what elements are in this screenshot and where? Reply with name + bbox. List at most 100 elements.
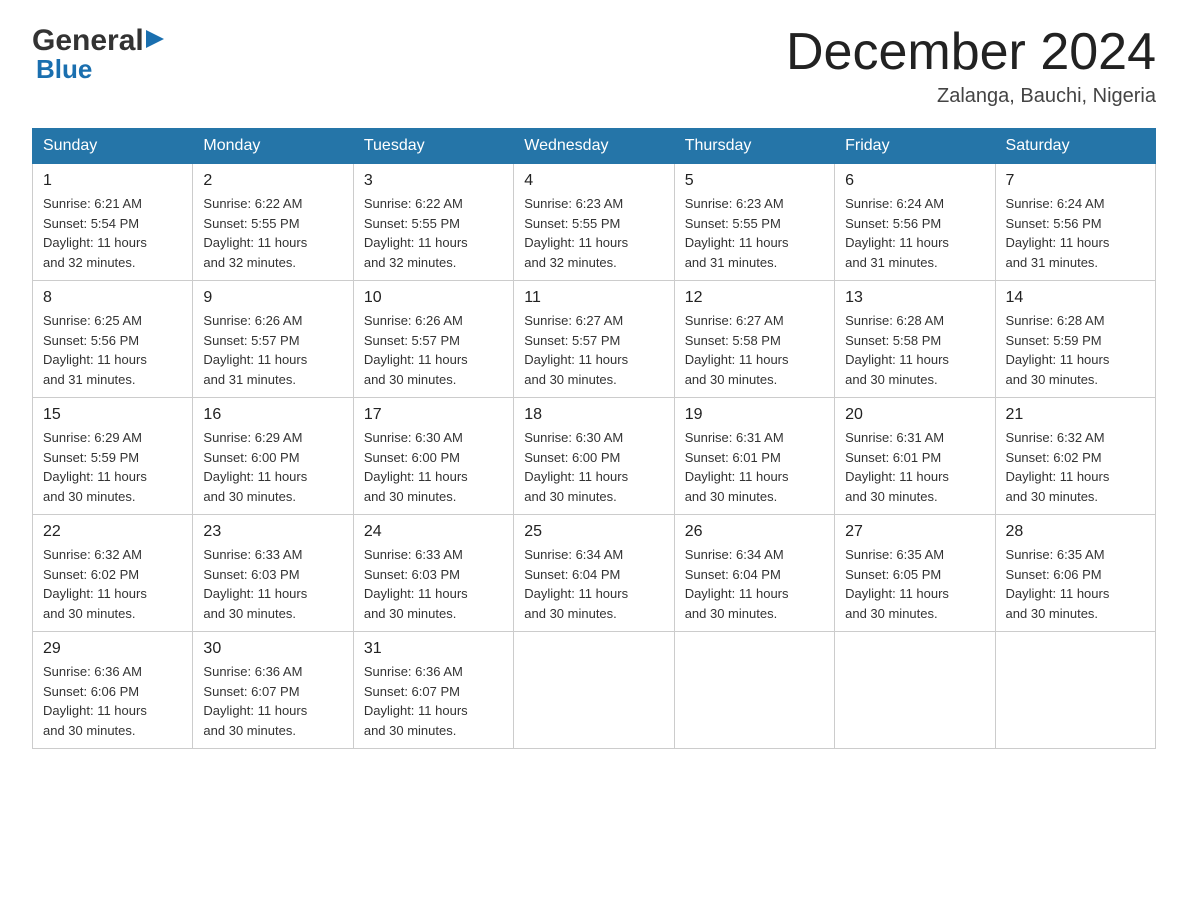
calendar-cell: 30 Sunrise: 6:36 AM Sunset: 6:07 PM Dayl… (193, 632, 353, 749)
calendar-cell: 5 Sunrise: 6:23 AM Sunset: 5:55 PM Dayli… (674, 164, 834, 281)
day-number: 13 (845, 289, 984, 307)
day-info: Sunrise: 6:36 AM Sunset: 6:07 PM Dayligh… (364, 662, 503, 740)
calendar-cell (835, 632, 995, 749)
calendar-cell: 3 Sunrise: 6:22 AM Sunset: 5:55 PM Dayli… (353, 164, 513, 281)
calendar-cell: 8 Sunrise: 6:25 AM Sunset: 5:56 PM Dayli… (33, 281, 193, 398)
logo: General Blue (32, 24, 164, 85)
day-info: Sunrise: 6:34 AM Sunset: 6:04 PM Dayligh… (685, 545, 824, 623)
calendar-cell (514, 632, 674, 749)
day-info: Sunrise: 6:23 AM Sunset: 5:55 PM Dayligh… (685, 194, 824, 272)
calendar-week-row: 1 Sunrise: 6:21 AM Sunset: 5:54 PM Dayli… (33, 164, 1156, 281)
day-number: 22 (43, 523, 182, 541)
day-number: 17 (364, 406, 503, 424)
day-number: 18 (524, 406, 663, 424)
day-number: 28 (1006, 523, 1145, 541)
day-info: Sunrise: 6:26 AM Sunset: 5:57 PM Dayligh… (203, 311, 342, 389)
day-header-tuesday: Tuesday (353, 129, 513, 164)
day-info: Sunrise: 6:31 AM Sunset: 6:01 PM Dayligh… (685, 428, 824, 506)
day-header-sunday: Sunday (33, 129, 193, 164)
day-info: Sunrise: 6:33 AM Sunset: 6:03 PM Dayligh… (364, 545, 503, 623)
calendar-cell: 11 Sunrise: 6:27 AM Sunset: 5:57 PM Dayl… (514, 281, 674, 398)
calendar-week-row: 22 Sunrise: 6:32 AM Sunset: 6:02 PM Dayl… (33, 515, 1156, 632)
day-info: Sunrise: 6:33 AM Sunset: 6:03 PM Dayligh… (203, 545, 342, 623)
calendar-cell: 14 Sunrise: 6:28 AM Sunset: 5:59 PM Dayl… (995, 281, 1155, 398)
day-number: 12 (685, 289, 824, 307)
calendar-cell: 27 Sunrise: 6:35 AM Sunset: 6:05 PM Dayl… (835, 515, 995, 632)
day-number: 7 (1006, 172, 1145, 190)
calendar-cell: 4 Sunrise: 6:23 AM Sunset: 5:55 PM Dayli… (514, 164, 674, 281)
calendar-cell: 18 Sunrise: 6:30 AM Sunset: 6:00 PM Dayl… (514, 398, 674, 515)
logo-arrow-icon (146, 28, 164, 54)
day-number: 23 (203, 523, 342, 541)
day-header-wednesday: Wednesday (514, 129, 674, 164)
day-info: Sunrise: 6:24 AM Sunset: 5:56 PM Dayligh… (845, 194, 984, 272)
calendar-cell: 26 Sunrise: 6:34 AM Sunset: 6:04 PM Dayl… (674, 515, 834, 632)
day-info: Sunrise: 6:35 AM Sunset: 6:05 PM Dayligh… (845, 545, 984, 623)
calendar-header-row: SundayMondayTuesdayWednesdayThursdayFrid… (33, 129, 1156, 164)
day-number: 26 (685, 523, 824, 541)
logo-blue-text: Blue (36, 54, 92, 85)
day-number: 29 (43, 640, 182, 658)
calendar-cell (674, 632, 834, 749)
day-info: Sunrise: 6:28 AM Sunset: 5:58 PM Dayligh… (845, 311, 984, 389)
day-number: 30 (203, 640, 342, 658)
calendar-cell: 24 Sunrise: 6:33 AM Sunset: 6:03 PM Dayl… (353, 515, 513, 632)
day-number: 11 (524, 289, 663, 307)
day-info: Sunrise: 6:21 AM Sunset: 5:54 PM Dayligh… (43, 194, 182, 272)
day-info: Sunrise: 6:27 AM Sunset: 5:57 PM Dayligh… (524, 311, 663, 389)
calendar-cell: 31 Sunrise: 6:36 AM Sunset: 6:07 PM Dayl… (353, 632, 513, 749)
day-number: 15 (43, 406, 182, 424)
day-number: 5 (685, 172, 824, 190)
calendar-cell: 22 Sunrise: 6:32 AM Sunset: 6:02 PM Dayl… (33, 515, 193, 632)
day-number: 1 (43, 172, 182, 190)
day-info: Sunrise: 6:27 AM Sunset: 5:58 PM Dayligh… (685, 311, 824, 389)
day-header-thursday: Thursday (674, 129, 834, 164)
location-text: Zalanga, Bauchi, Nigeria (786, 85, 1156, 108)
day-info: Sunrise: 6:31 AM Sunset: 6:01 PM Dayligh… (845, 428, 984, 506)
day-info: Sunrise: 6:29 AM Sunset: 6:00 PM Dayligh… (203, 428, 342, 506)
calendar-cell: 13 Sunrise: 6:28 AM Sunset: 5:58 PM Dayl… (835, 281, 995, 398)
day-info: Sunrise: 6:34 AM Sunset: 6:04 PM Dayligh… (524, 545, 663, 623)
day-number: 31 (364, 640, 503, 658)
calendar-cell: 29 Sunrise: 6:36 AM Sunset: 6:06 PM Dayl… (33, 632, 193, 749)
day-info: Sunrise: 6:29 AM Sunset: 5:59 PM Dayligh… (43, 428, 182, 506)
calendar-cell: 7 Sunrise: 6:24 AM Sunset: 5:56 PM Dayli… (995, 164, 1155, 281)
calendar-week-row: 8 Sunrise: 6:25 AM Sunset: 5:56 PM Dayli… (33, 281, 1156, 398)
title-block: December 2024 Zalanga, Bauchi, Nigeria (786, 24, 1156, 108)
day-info: Sunrise: 6:22 AM Sunset: 5:55 PM Dayligh… (203, 194, 342, 272)
day-number: 16 (203, 406, 342, 424)
day-info: Sunrise: 6:36 AM Sunset: 6:07 PM Dayligh… (203, 662, 342, 740)
day-info: Sunrise: 6:26 AM Sunset: 5:57 PM Dayligh… (364, 311, 503, 389)
calendar-cell: 1 Sunrise: 6:21 AM Sunset: 5:54 PM Dayli… (33, 164, 193, 281)
day-info: Sunrise: 6:28 AM Sunset: 5:59 PM Dayligh… (1006, 311, 1145, 389)
day-number: 8 (43, 289, 182, 307)
calendar-cell: 15 Sunrise: 6:29 AM Sunset: 5:59 PM Dayl… (33, 398, 193, 515)
calendar-table: SundayMondayTuesdayWednesdayThursdayFrid… (32, 128, 1156, 749)
day-number: 3 (364, 172, 503, 190)
day-info: Sunrise: 6:30 AM Sunset: 6:00 PM Dayligh… (524, 428, 663, 506)
calendar-week-row: 29 Sunrise: 6:36 AM Sunset: 6:06 PM Dayl… (33, 632, 1156, 749)
day-number: 10 (364, 289, 503, 307)
day-number: 27 (845, 523, 984, 541)
calendar-cell: 23 Sunrise: 6:33 AM Sunset: 6:03 PM Dayl… (193, 515, 353, 632)
month-title: December 2024 (786, 24, 1156, 81)
day-number: 19 (685, 406, 824, 424)
day-info: Sunrise: 6:24 AM Sunset: 5:56 PM Dayligh… (1006, 194, 1145, 272)
day-number: 4 (524, 172, 663, 190)
day-info: Sunrise: 6:23 AM Sunset: 5:55 PM Dayligh… (524, 194, 663, 272)
calendar-cell: 21 Sunrise: 6:32 AM Sunset: 6:02 PM Dayl… (995, 398, 1155, 515)
calendar-cell: 25 Sunrise: 6:34 AM Sunset: 6:04 PM Dayl… (514, 515, 674, 632)
calendar-cell: 19 Sunrise: 6:31 AM Sunset: 6:01 PM Dayl… (674, 398, 834, 515)
day-info: Sunrise: 6:30 AM Sunset: 6:00 PM Dayligh… (364, 428, 503, 506)
calendar-cell: 12 Sunrise: 6:27 AM Sunset: 5:58 PM Dayl… (674, 281, 834, 398)
calendar-cell: 6 Sunrise: 6:24 AM Sunset: 5:56 PM Dayli… (835, 164, 995, 281)
calendar-cell: 9 Sunrise: 6:26 AM Sunset: 5:57 PM Dayli… (193, 281, 353, 398)
calendar-cell: 20 Sunrise: 6:31 AM Sunset: 6:01 PM Dayl… (835, 398, 995, 515)
day-header-monday: Monday (193, 129, 353, 164)
page-header: General Blue December 2024 Zalanga, Bauc… (32, 24, 1156, 108)
day-number: 9 (203, 289, 342, 307)
day-number: 20 (845, 406, 984, 424)
day-number: 25 (524, 523, 663, 541)
day-info: Sunrise: 6:32 AM Sunset: 6:02 PM Dayligh… (43, 545, 182, 623)
day-header-saturday: Saturday (995, 129, 1155, 164)
